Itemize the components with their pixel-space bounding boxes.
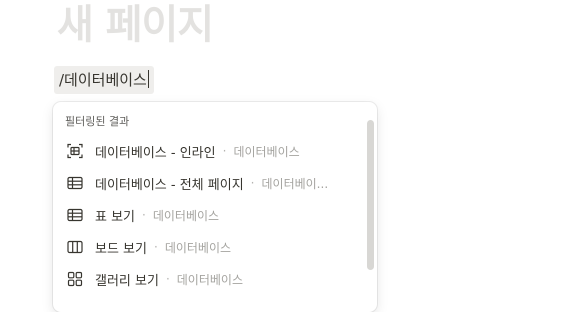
database-inline-icon	[66, 142, 84, 160]
menu-header: 필터링된 결과	[65, 115, 130, 128]
slash-command-input[interactable]: /데이터베이스	[54, 66, 154, 94]
menu-item-label: 갤러리 보기	[95, 273, 159, 289]
slash-command-menu: 필터링된 결과 데이터베이스 - 인라인 · 데이터베이스 데이터베이스 - 전…	[53, 102, 377, 312]
gallery-icon	[66, 270, 84, 288]
table-icon	[66, 174, 84, 192]
page-title[interactable]: 새 페이지	[57, 0, 214, 50]
menu-item-label: 보드 보기	[95, 241, 147, 257]
separator-dot: ·	[222, 144, 227, 158]
menu-item-label: 표 보기	[95, 209, 136, 225]
table-icon	[66, 206, 84, 224]
menu-item-sublabel: 데이터베이스	[152, 208, 220, 223]
menu-item-database-inline[interactable]: 데이터베이스 - 인라인 · 데이터베이스	[57, 136, 359, 166]
menu-item-gallery-view[interactable]: 갤러리 보기 · 데이터베이스	[57, 264, 359, 294]
menu-item-sublabel: 데이터베이...	[261, 176, 329, 191]
menu-item-sublabel: 데이터베이스	[164, 240, 232, 255]
separator-dot: ·	[153, 240, 158, 254]
menu-item-sublabel: 데이터베이스	[233, 144, 300, 159]
menu-item-table-view[interactable]: 표 보기 · 데이터베이스	[57, 200, 359, 230]
menu-item-label: 데이터베이스 - 전체 페이지	[95, 177, 244, 193]
board-icon	[66, 238, 84, 256]
separator-dot: ·	[250, 176, 255, 190]
separator-dot: ·	[165, 272, 170, 286]
menu-item-database-full-page[interactable]: 데이터베이스 - 전체 페이지 · 데이터베이...	[57, 168, 359, 198]
menu-item-label: 데이터베이스 - 인라인	[95, 145, 216, 161]
menu-item-sublabel: 데이터베이스	[176, 272, 244, 287]
text-caret	[147, 70, 149, 88]
slash-command-text: /데이터베이스	[59, 71, 147, 89]
menu-scrollbar[interactable]	[367, 120, 374, 270]
menu-item-board-view[interactable]: 보드 보기 · 데이터베이스	[57, 232, 359, 262]
separator-dot: ·	[142, 208, 146, 222]
